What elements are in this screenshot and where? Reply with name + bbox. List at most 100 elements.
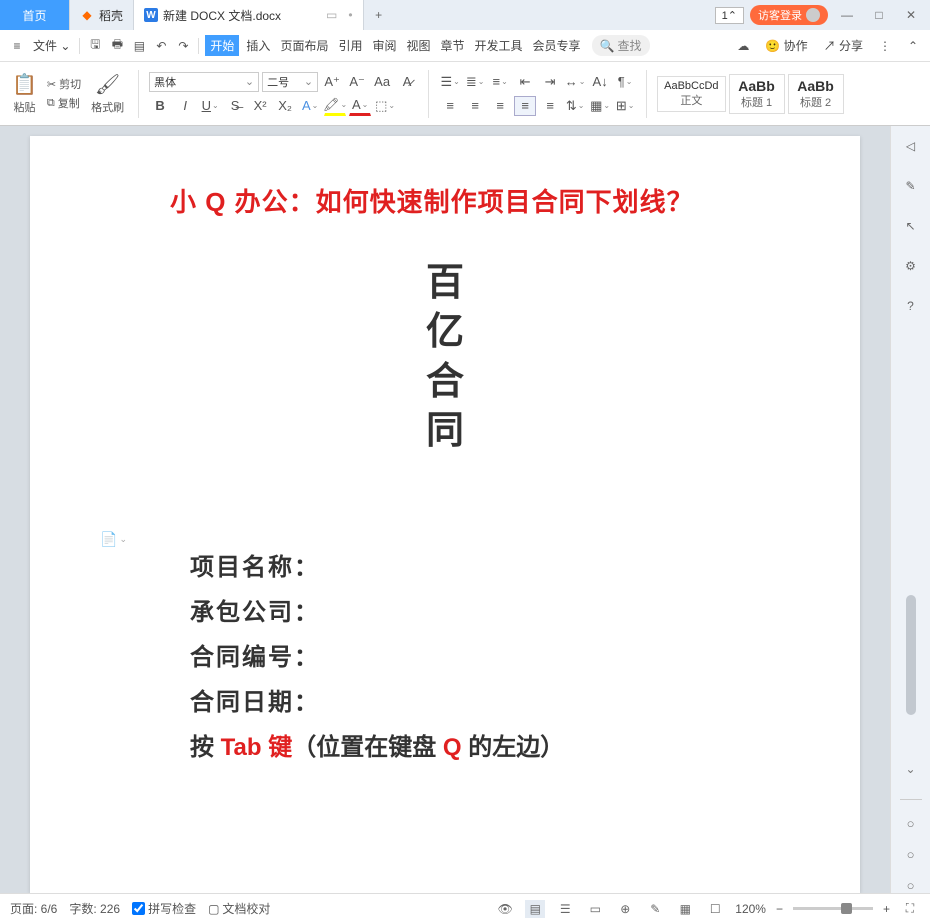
file-menu[interactable]: 文件 ⌄ [30,35,73,56]
status-spellcheck[interactable]: 拼写检查 [132,900,196,917]
text-effect-button[interactable]: A⌄ [299,96,321,116]
view-outline-icon[interactable]: ☰ [555,900,575,918]
cut-button[interactable]: ✂剪切 [47,76,81,92]
fullscreen-icon[interactable]: ⛶ [900,900,920,918]
zoom-slider[interactable] [793,907,873,910]
style-normal[interactable]: AaBbCcDd正文 [657,76,725,112]
align-justify-button[interactable]: ≡ [514,96,536,116]
page-break-icon[interactable]: 📄⌄ [100,531,127,548]
view-pencil-icon[interactable]: ✎ [645,900,665,918]
tab-document[interactable]: W 新建 DOCX 文档.docx ▭ • [134,0,364,30]
help-icon[interactable]: ? [899,294,923,318]
subscript-button[interactable]: X₂ [274,96,296,116]
para-shading-button[interactable]: ▦⌄ [589,96,611,116]
tab-close-icon[interactable]: • [348,8,352,22]
zoom-thumb[interactable] [841,903,852,914]
close-button[interactable]: ✕ [898,4,924,26]
status-page[interactable]: 页面: 6/6 [10,900,57,917]
document-workspace[interactable]: 小 Q 办公：如何快速制作项目合同下划线？ 百 亿 合 同 📄⌄ 项目名称： 承… [0,126,890,893]
sort-button[interactable]: A↓ [589,72,611,92]
save-icon[interactable]: 🖫 [86,37,104,55]
print-icon[interactable]: 🖶 [108,37,126,55]
page-nav-up-icon[interactable]: ○ [907,816,915,831]
menu-ref[interactable]: 引用 [335,35,365,56]
decrease-indent-button[interactable]: ⇤ [514,72,536,92]
font-size-select[interactable]: 二号⌄ [262,72,318,92]
change-case-icon[interactable]: Aa [371,72,393,92]
strike-button[interactable]: S̶ [224,96,246,116]
number-list-button[interactable]: ≣⌄ [464,72,486,92]
bold-button[interactable]: B [149,96,171,116]
menu-vip[interactable]: 会员专享 [530,35,584,56]
show-marks-button[interactable]: ¶⌄ [614,72,636,92]
collab-button[interactable]: 🙂 协作 [762,35,810,56]
style-heading2[interactable]: AaBb标题 2 [788,74,844,114]
clear-format-icon[interactable]: A̷ [396,72,418,92]
scrollbar-thumb[interactable] [906,595,916,715]
paste-group[interactable]: 📋 粘贴 [8,72,41,115]
font-color-button[interactable]: A⌄ [349,96,371,116]
menu-layout[interactable]: 页面布局 [277,35,331,56]
font-name-select[interactable]: 黑体⌄ [149,72,259,92]
zoom-out-button[interactable]: ☐ [705,900,725,918]
copy-button[interactable]: ⧉复制 [47,95,81,111]
status-proofread[interactable]: ▢文档校对 [208,900,270,917]
superscript-button[interactable]: X² [249,96,271,116]
highlight-button[interactable]: 🖍⌄ [324,96,346,116]
zoom-minus-button[interactable]: − [776,902,783,916]
underline-button[interactable]: U⌄ [199,96,221,116]
increase-font-icon[interactable]: A⁺ [321,72,343,92]
page-nav-down-icon[interactable]: ○ [907,878,915,893]
menu-insert[interactable]: 插入 [243,35,273,56]
minimize-button[interactable]: — [834,4,860,26]
pencil-icon[interactable]: ✎ [899,174,923,198]
tab-menu-icon[interactable]: ▭ [326,8,337,22]
shading-button[interactable]: ⬚⌄ [374,96,396,116]
view-globe-icon[interactable]: ⊕ [615,900,635,918]
menu-icon[interactable]: ≡ [8,37,26,55]
zoom-value[interactable]: 120% [735,902,766,916]
view-web-icon[interactable]: ▭ [585,900,605,918]
scroll-down-icon[interactable]: ⌄ [903,761,919,777]
view-grid-icon[interactable]: ▦ [675,900,695,918]
login-button[interactable]: 访客登录 [750,5,828,25]
align-distribute-button[interactable]: ≡ [539,96,561,116]
cloud-icon[interactable]: ☁ [734,37,752,55]
page-nav-dot-icon[interactable]: ○ [907,847,915,862]
share-button[interactable]: ↗ 分享 [821,35,866,56]
settings-slider-icon[interactable]: ⚙ [899,254,923,278]
document-page[interactable]: 小 Q 办公：如何快速制作项目合同下划线？ 百 亿 合 同 📄⌄ 项目名称： 承… [30,136,860,893]
menu-view[interactable]: 视图 [403,35,433,56]
menu-dev[interactable]: 开发工具 [472,35,526,56]
char-spacing-button[interactable]: ↔⌄ [564,72,586,92]
view-page-icon[interactable]: ▤ [525,900,545,918]
line-spacing-button[interactable]: ⇅⌄ [564,96,586,116]
align-left-button[interactable]: ≡ [439,96,461,116]
more-icon[interactable]: ⋮ [876,37,894,55]
border-button[interactable]: ⊞⌄ [614,96,636,116]
expand-icon[interactable]: ⌃ [904,37,922,55]
multilevel-list-button[interactable]: ≡⌄ [489,72,511,92]
page-indicator[interactable]: 1⌃ [715,7,744,24]
menu-start[interactable]: 开始 [205,35,239,56]
zoom-plus-button[interactable]: + [883,902,890,916]
spell-checkbox[interactable] [132,902,145,915]
tab-home[interactable]: 首页 [0,0,70,30]
style-heading1[interactable]: AaBb标题 1 [729,74,785,114]
align-right-button[interactable]: ≡ [489,96,511,116]
increase-indent-button[interactable]: ⇥ [539,72,561,92]
menu-chapter[interactable]: 章节 [438,35,468,56]
bullet-list-button[interactable]: ☰⌄ [439,72,461,92]
undo-icon[interactable]: ↶ [152,37,170,55]
align-center-button[interactable]: ≡ [464,96,486,116]
maximize-button[interactable]: □ [866,4,892,26]
italic-button[interactable]: I [174,96,196,116]
tab-daoke[interactable]: ◆ 稻壳 [70,0,134,30]
preview-icon[interactable]: ▤ [130,37,148,55]
status-words[interactable]: 字数: 226 [69,900,120,917]
select-icon[interactable]: ↖ [899,214,923,238]
toggle-panel-icon[interactable]: ◁ [899,134,923,158]
search-box[interactable]: 🔍 查找 [592,35,650,56]
eye-icon[interactable]: 👁 [495,900,515,918]
format-painter[interactable]: 🖌 格式刷 [87,72,128,115]
